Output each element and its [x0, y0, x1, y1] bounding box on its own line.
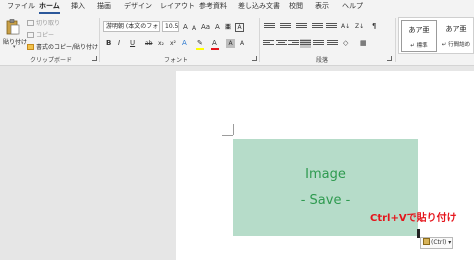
font-color-icon[interactable]: A: [212, 39, 217, 48]
paste-icon: [6, 19, 20, 35]
font-color-swatch: [211, 48, 219, 50]
distributed-icon[interactable]: [313, 39, 324, 48]
style-sample: あア亜: [445, 25, 467, 33]
font-size-combobox[interactable]: 10.5: [162, 21, 179, 32]
character-shading-icon[interactable]: A: [226, 39, 235, 48]
bullets-icon[interactable]: [264, 22, 275, 31]
underline-button[interactable]: U: [130, 39, 135, 48]
text-effects-icon[interactable]: A: [182, 39, 187, 48]
character-border-icon[interactable]: A: [240, 39, 244, 48]
subscript-button[interactable]: x₂: [158, 39, 164, 48]
font-dialog-launcher-icon[interactable]: [252, 56, 257, 61]
enclose-characters-icon[interactable]: A: [235, 23, 244, 32]
clipboard-dialog-launcher-icon[interactable]: [92, 56, 97, 61]
paragraph-group-label: 段落: [316, 57, 329, 64]
style-normal[interactable]: あア亜 ↵ 標準: [401, 20, 437, 52]
styles-gallery: あア亜 ↵ 標準 あア亜 ↵ 行間詰め: [398, 17, 474, 54]
style-no-spacing[interactable]: あア亜 ↵ 行間詰め: [438, 20, 474, 52]
font-group-label: フォント: [164, 57, 189, 64]
clear-formatting-icon[interactable]: A: [215, 23, 220, 32]
highlight-color-swatch: [196, 48, 204, 50]
bold-button[interactable]: B: [106, 39, 111, 48]
margin-corner-mark: [233, 124, 234, 135]
change-case-icon[interactable]: Aa: [201, 23, 210, 32]
style-label: ↵ 標準: [410, 43, 428, 49]
highlight-pen-icon[interactable]: ✎: [197, 39, 203, 48]
paste-options-label: (Ctrl): [431, 239, 447, 246]
paragraph-dialog-launcher-icon[interactable]: [387, 56, 392, 61]
format-painter-button[interactable]: 書式のコピー/貼り付け: [27, 42, 98, 51]
multilevel-list-icon[interactable]: [296, 22, 307, 31]
tab-layout[interactable]: レイアウト: [160, 1, 195, 11]
copy-label: コピー: [36, 32, 55, 39]
italic-button[interactable]: I: [118, 39, 120, 48]
align-left-icon[interactable]: [263, 39, 274, 48]
paste-options-button[interactable]: (Ctrl) ▾: [420, 237, 453, 249]
align-center-icon[interactable]: [276, 39, 287, 48]
shading-icon[interactable]: ◇: [343, 39, 348, 48]
decrease-indent-icon[interactable]: [312, 22, 323, 31]
margin-corner-mark: [222, 135, 233, 136]
tab-references[interactable]: 参考資料: [199, 1, 227, 11]
cut-label: 切り取り: [36, 20, 61, 27]
paste-dropdown-icon[interactable]: ▾: [13, 44, 16, 50]
cut-button[interactable]: 切り取り: [27, 18, 60, 27]
tab-help[interactable]: ヘルプ: [342, 1, 363, 11]
paste-annotation: Ctrl+Vで貼り付け: [370, 213, 457, 224]
group-divider: [259, 18, 260, 62]
image-subtitle-text: - Save -: [300, 193, 351, 208]
increase-indent-icon[interactable]: [326, 22, 337, 31]
sort-icon-2[interactable]: Z↓: [355, 22, 364, 31]
copy-button[interactable]: コピー: [27, 30, 54, 39]
group-divider: [99, 18, 100, 62]
superscript-button[interactable]: x²: [170, 39, 176, 48]
shrink-font-icon[interactable]: A: [192, 24, 196, 33]
ribbon: 貼り付け ▾ 切り取り コピー 書式のコピー/貼り付け クリップボード 游明朝 …: [0, 14, 474, 66]
font-name-combobox[interactable]: 游明朝 (本文のフォント: [103, 21, 160, 32]
tab-review[interactable]: 校閲: [289, 1, 303, 11]
tab-file[interactable]: ファイル: [7, 1, 35, 11]
style-sample: あア亜: [408, 26, 430, 34]
style-label: ↵ 行間詰め: [441, 42, 471, 48]
show-marks-icon[interactable]: ¶: [372, 22, 376, 31]
tab-design[interactable]: デザイン: [124, 1, 152, 11]
tab-mailings[interactable]: 差し込み文書: [238, 1, 280, 11]
scissors-icon: [27, 20, 34, 26]
align-right-icon[interactable]: [288, 39, 299, 48]
format-painter-label: 書式のコピー/貼り付け: [36, 44, 99, 51]
tab-view[interactable]: 表示: [315, 1, 329, 11]
grow-font-icon[interactable]: A: [183, 23, 188, 32]
strikethrough-button[interactable]: ab: [145, 39, 153, 48]
justify-icon[interactable]: [300, 39, 311, 48]
line-spacing-icon[interactable]: [327, 39, 338, 48]
copy-icon: [27, 32, 34, 38]
image-title-text: Image: [305, 167, 346, 182]
tab-home[interactable]: ホーム: [39, 1, 60, 14]
group-divider: [395, 18, 396, 62]
format-painter-icon: [27, 44, 34, 50]
tab-draw[interactable]: 描画: [97, 1, 111, 11]
numbering-icon[interactable]: [280, 22, 291, 31]
sort-icon[interactable]: A↓: [341, 22, 350, 31]
clipboard-icon: [423, 238, 430, 245]
ribbon-tab-bar: ファイル ホーム 挿入 描画 デザイン レイアウト 参考資料 差し込み文書 校閲…: [0, 0, 474, 14]
tab-insert[interactable]: 挿入: [71, 1, 85, 11]
clipboard-group-label: クリップボード: [30, 57, 73, 64]
borders-icon[interactable]: ▦: [360, 39, 367, 48]
phonetic-guide-icon[interactable]: 亜: [225, 23, 231, 32]
